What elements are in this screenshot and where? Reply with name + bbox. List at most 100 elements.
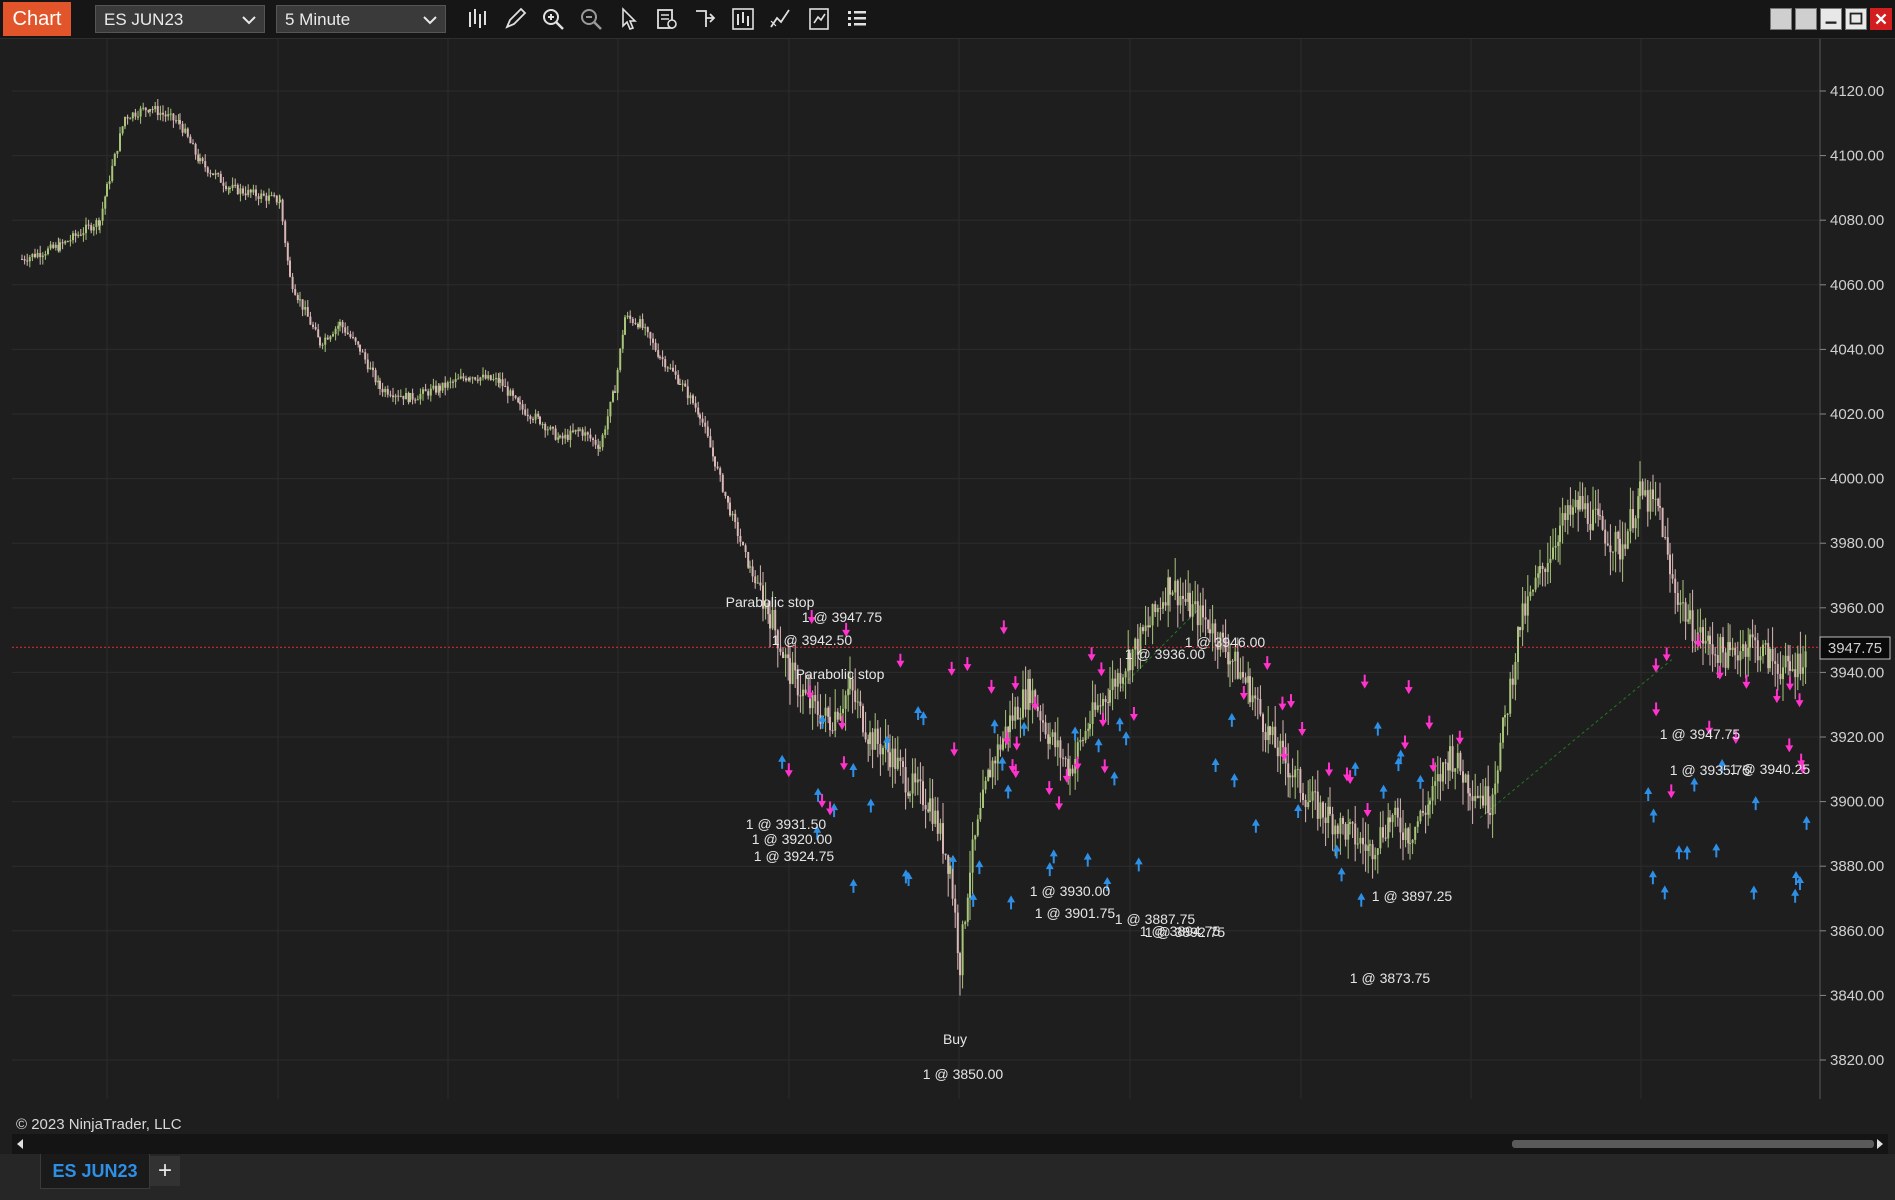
candle-body: [1671, 574, 1674, 579]
candle-body: [1029, 678, 1031, 704]
candle-body: [1729, 642, 1731, 651]
crosshair-icon[interactable]: [692, 6, 718, 32]
candle-body: [268, 195, 270, 201]
price-chart[interactable]: Parabolic stop1 @ 3947.751 @ 3942.50Para…: [0, 39, 1895, 1099]
candle-body: [116, 150, 119, 154]
candle-body: [1431, 786, 1434, 801]
candle-body: [672, 367, 674, 372]
candle-body: [879, 743, 882, 755]
zoom-in-icon[interactable]: [540, 6, 566, 32]
candle-body: [959, 953, 961, 976]
candle-body: [265, 195, 268, 201]
candle-body: [222, 182, 225, 186]
price-tick-label: 4020.00: [1830, 406, 1884, 423]
data-box-icon[interactable]: [654, 6, 680, 32]
buy-arrow-icon: [1083, 852, 1092, 867]
candle-body: [270, 195, 273, 197]
tile-icon[interactable]: [1770, 8, 1792, 30]
candle-body: [1499, 742, 1502, 771]
candle-body: [727, 495, 729, 503]
buy-arrow-icon: [1049, 849, 1058, 864]
scroll-left-icon[interactable]: [14, 1137, 26, 1151]
sell-arrow-icon: [1772, 689, 1781, 704]
pointer-icon[interactable]: [616, 6, 642, 32]
candle-body: [1451, 746, 1454, 772]
candle-body: [736, 522, 739, 536]
candle-body: [1502, 717, 1504, 743]
candle-body: [802, 689, 804, 697]
candle-body: [113, 153, 116, 166]
candle-body: [557, 437, 560, 440]
candle-body: [92, 226, 95, 231]
candle-body: [934, 810, 937, 824]
candle-body: [1751, 634, 1754, 638]
candle-body: [639, 319, 641, 328]
candle-body: [435, 385, 437, 393]
candle-body: [1069, 768, 1071, 777]
candle-body: [534, 413, 537, 420]
candle-body: [514, 395, 517, 398]
bar-type-icon[interactable]: [464, 6, 490, 32]
buy-arrow-icon: [1110, 771, 1119, 786]
candle-body: [1661, 507, 1664, 538]
strategies-icon[interactable]: [806, 6, 832, 32]
candle-body: [759, 582, 762, 586]
candle-body: [236, 184, 239, 194]
indicators-icon[interactable]: [768, 6, 794, 32]
candle-body: [1242, 671, 1244, 678]
candle-body: [1104, 699, 1107, 702]
candle-body: [119, 133, 121, 151]
candle-body: [339, 321, 341, 326]
maximize-icon[interactable]: [1845, 8, 1867, 30]
properties-icon[interactable]: [844, 6, 870, 32]
candle-body: [969, 872, 971, 898]
candle-body: [1774, 661, 1777, 664]
close-icon[interactable]: [1870, 8, 1892, 30]
scrollbar-thumb[interactable]: [1512, 1140, 1874, 1148]
candle-body: [189, 136, 192, 144]
candle-body: [1227, 652, 1230, 665]
chart-style-icon[interactable]: [730, 6, 756, 32]
instrument-selector[interactable]: ES JUN23: [95, 5, 265, 33]
interval-selector[interactable]: 5 Minute: [276, 5, 446, 33]
candle-body: [1389, 817, 1391, 823]
candle-body: [79, 234, 82, 236]
add-tab-button[interactable]: +: [150, 1156, 180, 1186]
sell-arrow-icon: [1012, 736, 1021, 751]
candle-body: [999, 744, 1002, 750]
sell-arrow-icon: [1129, 707, 1138, 722]
candle-body: [1191, 604, 1194, 617]
sell-arrow-icon: [1785, 738, 1794, 753]
candle-body: [686, 386, 689, 399]
order-label: 1 @ 3887.75: [1115, 911, 1196, 927]
candle-body: [1471, 796, 1474, 801]
zoom-out-icon[interactable]: [578, 6, 604, 32]
price-chart-panel[interactable]: Parabolic stop 1 @ 3947.75 1 @ 3942.50 Para…: [0, 39, 1895, 1133]
candle-body: [54, 244, 57, 248]
drawing-tool-icon[interactable]: [502, 6, 528, 32]
candle-body: [21, 258, 23, 260]
candle-body: [1331, 814, 1334, 835]
candle-body: [405, 392, 407, 400]
horizontal-scrollbar[interactable]: [12, 1134, 1888, 1154]
buy-arrow-icon: [919, 711, 928, 726]
candle-body: [329, 336, 332, 340]
candle-body: [1342, 817, 1344, 824]
candle-body: [499, 379, 501, 383]
candle-body: [659, 356, 661, 358]
minimize-icon[interactable]: [1820, 8, 1842, 30]
chart-window-tab[interactable]: Chart: [3, 2, 71, 36]
candle-body: [739, 535, 742, 542]
price-tick-label: 4000.00: [1830, 471, 1884, 488]
sell-arrow-icon: [1715, 665, 1724, 680]
candle-body: [1652, 489, 1654, 499]
scroll-right-icon[interactable]: [1874, 1137, 1886, 1151]
candle-body: [489, 375, 492, 380]
float-icon[interactable]: [1795, 8, 1817, 30]
candle-body: [976, 819, 979, 836]
candle-body: [1376, 848, 1379, 855]
price-axis[interactable]: 4120.00 4100.00 4080.00 4060.00 4040.00 4020.…: [1820, 83, 1884, 1069]
buy-arrow-icon: [1648, 870, 1657, 885]
candle-body: [747, 552, 750, 568]
tab-es-jun23[interactable]: ES JUN23: [40, 1154, 150, 1189]
